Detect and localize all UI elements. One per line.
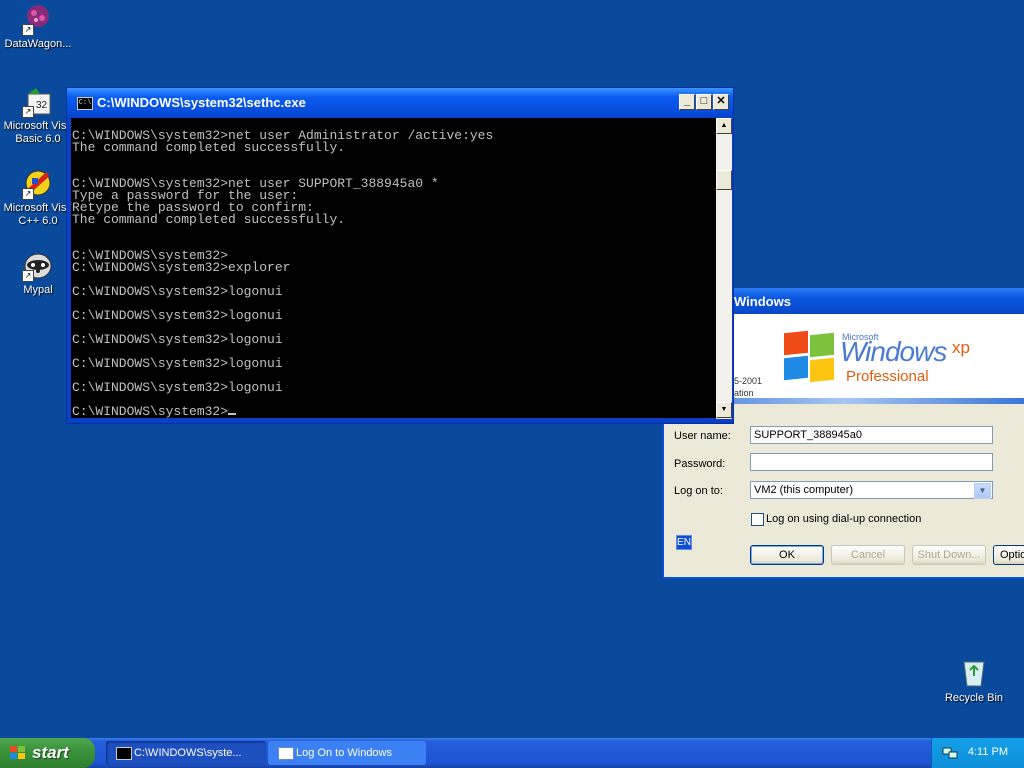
maximize-button[interactable]: □: [696, 94, 712, 110]
taskbar-item-label: Log On to Windows: [296, 747, 392, 759]
svg-text:32: 32: [36, 100, 48, 111]
logon-dialog-title: Windows: [734, 294, 791, 309]
windows-flag-icon: [782, 330, 836, 383]
taskbar-item-logon[interactable]: Log On to Windows: [268, 741, 426, 765]
start-button[interactable]: start: [0, 738, 95, 768]
minimize-button[interactable]: _: [679, 94, 695, 110]
recycle-bin-label: Recycle Bin: [944, 692, 1004, 704]
console-line: C:\WINDOWS\system32>logonui: [72, 284, 283, 299]
shortcut-arrow-icon: ↗: [22, 270, 34, 282]
visual-cpp-icon: ↗: [22, 168, 54, 200]
console-line: C:\WINDOWS\system32>explorer: [72, 260, 291, 275]
console-line: C:\WINDOWS\system32>logonui: [72, 308, 283, 323]
console-app-icon: C:\: [77, 97, 93, 110]
password-input[interactable]: [750, 453, 993, 471]
console-line: C:\WINDOWS\system32>logonui: [72, 356, 283, 371]
user-name-label: User name:: [674, 430, 731, 442]
console-title: C:\WINDOWS\system32\sethc.exe: [97, 95, 306, 110]
console-scrollbar[interactable]: ▲ ▼: [716, 118, 732, 419]
windows-wordmark: Windows: [840, 336, 947, 367]
logon-to-label: Log on to:: [674, 485, 723, 497]
start-label: start: [32, 743, 69, 762]
shortcut-arrow-icon: ↗: [22, 188, 34, 200]
system-tray: 4:11 PM: [931, 738, 1024, 768]
ok-button[interactable]: OK: [750, 545, 824, 565]
console-line: C:\WINDOWS\system32>: [71, 405, 716, 418]
console-output[interactable]: C:\WINDOWS\system32>net user Administrat…: [71, 118, 716, 418]
copyright-line-1: 5-2001: [734, 376, 763, 386]
taskbar-item-console[interactable]: C:\WINDOWS\syste...: [106, 741, 266, 765]
logon-to-value: VM2 (this computer): [754, 484, 854, 496]
close-button[interactable]: ✕: [713, 94, 729, 110]
scroll-down-icon[interactable]: ▼: [716, 402, 732, 418]
dialup-label: Log on using dial-up connection: [766, 513, 922, 525]
desktop-icon-recycle-bin[interactable]: Recycle Bin: [934, 656, 1014, 704]
text-cursor: [228, 413, 237, 415]
desktop-icon-datawagon[interactable]: ↗ DataWagon...: [0, 4, 78, 51]
cancel-button[interactable]: Cancel: [831, 545, 905, 565]
console-window: C:\ C:\WINDOWS\system32\sethc.exe _ □ ✕ …: [66, 87, 734, 424]
copyright-line-2: ation: [734, 388, 754, 398]
console-app-icon: [116, 747, 132, 760]
options-button[interactable]: Optio: [993, 545, 1024, 565]
shutdown-button[interactable]: Shut Down...: [912, 545, 986, 565]
logon-to-select[interactable]: VM2 (this computer) ▼: [750, 481, 993, 499]
language-indicator[interactable]: EN: [676, 535, 692, 550]
console-titlebar[interactable]: C:\ C:\WINDOWS\system32\sethc.exe _ □ ✕: [67, 88, 733, 118]
clock[interactable]: 4:11 PM: [968, 746, 1008, 758]
console-line: C:\WINDOWS\system32>logonui: [72, 380, 283, 395]
chevron-down-icon[interactable]: ▼: [974, 483, 991, 499]
datawagon-icon: ↗: [22, 4, 54, 36]
taskbar-item-label: C:\WINDOWS\syste...: [134, 747, 242, 759]
windows-logo-icon: [10, 746, 26, 760]
window-icon: [278, 747, 294, 760]
shortcut-arrow-icon: ↗: [22, 24, 34, 36]
professional-wordmark: Professional: [846, 368, 929, 385]
console-line: The command completed successfully.: [72, 212, 346, 227]
scroll-up-icon[interactable]: ▲: [716, 118, 732, 134]
network-icon[interactable]: [942, 746, 958, 760]
console-line: C:\WINDOWS\system32>logonui: [72, 332, 283, 347]
password-label: Password:: [674, 458, 726, 470]
xp-wordmark: xp: [952, 338, 970, 357]
recycle-bin-icon: [958, 656, 990, 688]
scroll-thumb[interactable]: [716, 170, 732, 190]
dialup-checkbox[interactable]: [751, 513, 764, 526]
desktop-icon-label: DataWagon...: [4, 38, 72, 50]
shortcut-arrow-icon: ↗: [22, 106, 34, 118]
console-line: The command completed successfully.: [72, 140, 346, 155]
mypal-raccoon-icon: ↗: [22, 250, 54, 282]
taskbar: start C:\WINDOWS\syste... Log On to Wind…: [0, 738, 1024, 768]
user-name-input[interactable]: SUPPORT_388945a0: [750, 426, 993, 444]
visual-basic-icon: 32 ↗: [22, 86, 54, 118]
